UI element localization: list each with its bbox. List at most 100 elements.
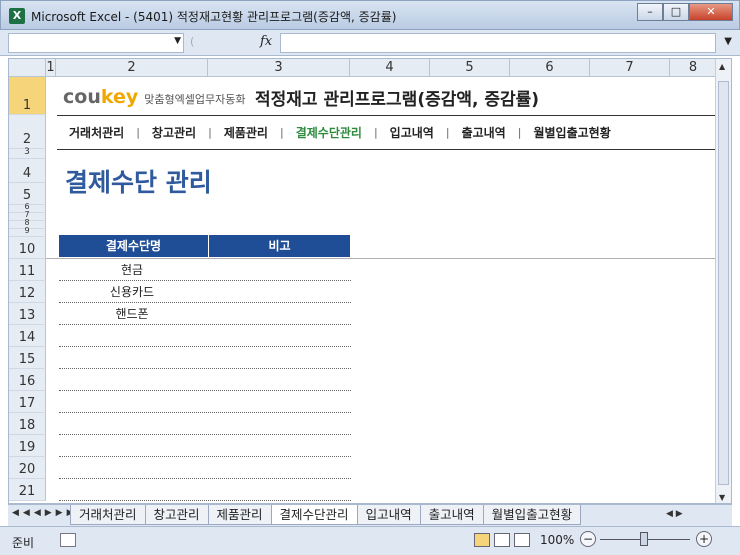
row-header[interactable]: 19 [9,435,46,457]
insert-function-icon[interactable]: fx [260,34,272,49]
nav-warehouse-management[interactable]: 창고관리 [140,124,208,141]
zoom-in-icon[interactable]: + [696,531,712,547]
page-layout-view-icon[interactable] [494,533,510,547]
nav-vendor-management[interactable]: 거래처관리 [57,124,136,141]
column-header[interactable]: 4 [350,59,430,77]
row-header[interactable]: 21 [9,479,46,501]
payment-method-cell[interactable] [59,435,205,456]
chevron-down-icon[interactable]: ▼ [174,36,181,46]
table-row[interactable]: 현금 [59,259,351,281]
table-row[interactable]: 신용카드 [59,281,351,303]
tab-payment-method-management[interactable]: 결제수단관리 [270,505,358,525]
note-cell[interactable] [205,259,351,280]
nav-inbound-history[interactable]: 입고내역 [378,124,446,141]
note-cell[interactable] [205,435,351,456]
nav-payment-method-management[interactable]: 결제수단관리 [284,124,374,141]
row-header[interactable]: 4 [9,159,46,183]
tab-product-management[interactable]: 제품관리 [207,505,272,525]
worksheet-grid[interactable]: 1 2 3 4 5 6 7 8 1 2 3 4 5 6 7 8 9 10 11 … [8,58,732,504]
row-header[interactable]: 18 [9,413,46,435]
nav-monthly-status[interactable]: 월별입출고현황 [521,124,622,141]
row-header[interactable]: 20 [9,457,46,479]
expand-formula-bar-icon[interactable]: ▼ [724,36,732,47]
name-box[interactable]: ▼ [8,33,184,53]
scroll-thumb[interactable] [718,81,729,485]
zoom-level[interactable]: 100% [540,533,574,547]
row-header[interactable]: 3 [9,147,46,159]
column-header[interactable]: 2 [56,59,208,77]
normal-view-icon[interactable] [474,533,490,547]
maximize-button[interactable]: □ [663,3,689,21]
payment-method-cell[interactable] [59,347,205,368]
table-row[interactable] [59,347,351,369]
header-payment-method[interactable]: 결제수단명 [59,235,209,257]
table-row[interactable] [59,369,351,391]
page-break-view-icon[interactable] [514,533,530,547]
row-header[interactable]: 10 [9,237,46,259]
column-header[interactable]: 3 [208,59,350,77]
horizontal-scroll-arrows-icon[interactable]: ◀ ▶ [666,509,710,522]
payment-method-cell[interactable] [59,391,205,412]
tab-outbound-history[interactable]: 출고내역 [419,505,484,525]
zoom-slider-thumb[interactable] [640,532,648,546]
payment-method-cell[interactable] [59,413,205,434]
column-header[interactable]: 7 [590,59,670,77]
row-header[interactable]: 17 [9,391,46,413]
column-header[interactable]: 8 [670,59,717,77]
note-cell[interactable] [205,457,351,478]
table-row[interactable] [59,435,351,457]
payment-method-cell[interactable] [59,369,205,390]
note-cell[interactable] [205,347,351,368]
column-header[interactable]: 6 [510,59,590,77]
note-cell[interactable] [205,281,351,302]
tab-monthly-status[interactable]: 월별입출고현황 [482,505,582,525]
vertical-scrollbar[interactable]: ▲ ▼ [715,59,731,503]
tab-scroll-arrows-icon[interactable]: ◀◀◀▶▶▶ [12,508,78,518]
nav-product-management[interactable]: 제품관리 [212,124,280,141]
row-header[interactable]: 14 [9,325,46,347]
note-cell[interactable] [205,325,351,346]
row-header[interactable]: 16 [9,369,46,391]
note-cell[interactable] [205,413,351,434]
table-row[interactable] [59,457,351,479]
note-cell[interactable] [205,391,351,412]
column-header[interactable]: 1 [46,59,56,77]
row-header[interactable]: 9 [9,226,46,237]
row-header[interactable]: 11 [9,259,46,281]
table-row[interactable] [59,325,351,347]
payment-method-cell[interactable] [59,325,205,346]
table-row[interactable]: 핸드폰 [59,303,351,325]
tab-warehouse-management[interactable]: 창고관리 [144,505,209,525]
formula-input[interactable] [280,33,716,53]
payment-method-cell[interactable]: 신용카드 [59,281,205,302]
excel-app-icon[interactable]: X [9,8,25,24]
minimize-button[interactable]: – [637,3,663,21]
nav-outbound-history[interactable]: 출고내역 [450,124,518,141]
header-note[interactable]: 비고 [209,235,351,257]
tab-inbound-history[interactable]: 입고내역 [356,505,421,525]
row-header[interactable]: 1 [9,77,46,115]
zoom-out-icon[interactable]: − [580,531,596,547]
note-cell[interactable] [205,479,351,500]
row-header[interactable]: 12 [9,281,46,303]
row-header[interactable]: 13 [9,303,46,325]
payment-method-cell[interactable]: 핸드폰 [59,303,205,324]
payment-method-cell[interactable]: 현금 [59,259,205,280]
row-header[interactable]: 15 [9,347,46,369]
tab-vendor-management[interactable]: 거래처관리 [70,505,146,525]
table-row[interactable] [59,413,351,435]
separator-handle-icon[interactable]: ( [190,35,194,48]
row-header[interactable]: 2 [9,115,46,149]
scroll-down-icon[interactable]: ▼ [719,493,725,502]
close-button[interactable]: ✕ [689,3,733,21]
table-row[interactable] [59,479,351,501]
scroll-up-icon[interactable]: ▲ [719,62,725,71]
macro-record-icon[interactable] [60,533,76,547]
payment-method-cell[interactable] [59,479,205,500]
column-header[interactable]: 5 [430,59,510,77]
note-cell[interactable] [205,303,351,324]
payment-method-cell[interactable] [59,457,205,478]
table-row[interactable] [59,391,351,413]
select-all-corner[interactable] [9,59,46,77]
note-cell[interactable] [205,369,351,390]
